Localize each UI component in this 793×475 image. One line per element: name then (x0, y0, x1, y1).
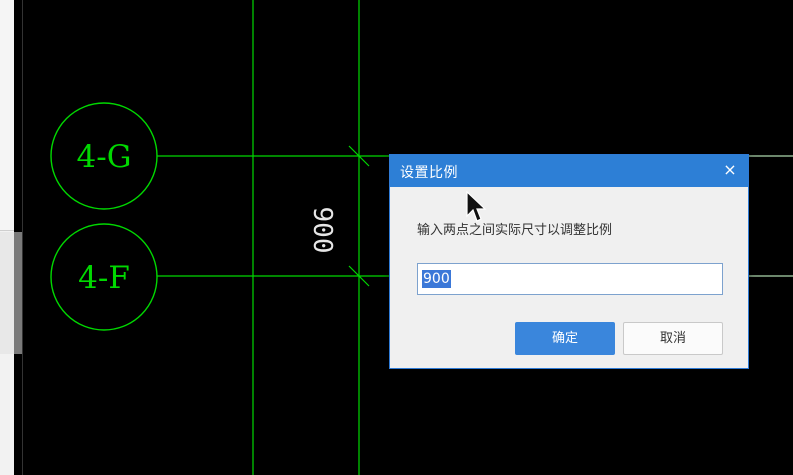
dimension-input[interactable]: 900 (417, 263, 723, 295)
dialog-prompt: 输入两点之间实际尺寸以调整比例 (417, 223, 613, 238)
dialog-title: 设置比例 (400, 165, 458, 181)
ok-button[interactable]: 确定 (515, 322, 615, 355)
axis-label-4g: 4-G (77, 139, 132, 175)
axis-label-4f: 4-F (78, 260, 130, 296)
dimension-input-value: 900 (422, 270, 451, 288)
close-icon[interactable]: × (720, 160, 740, 180)
dimension-text: 900 (307, 207, 337, 254)
mouse-cursor-icon (466, 191, 487, 222)
dialog-titlebar[interactable]: 设置比例 × (390, 155, 748, 187)
set-scale-dialog: 设置比例 × 输入两点之间实际尺寸以调整比例 900 确定 取消 (389, 154, 749, 369)
cancel-button[interactable]: 取消 (623, 322, 723, 355)
